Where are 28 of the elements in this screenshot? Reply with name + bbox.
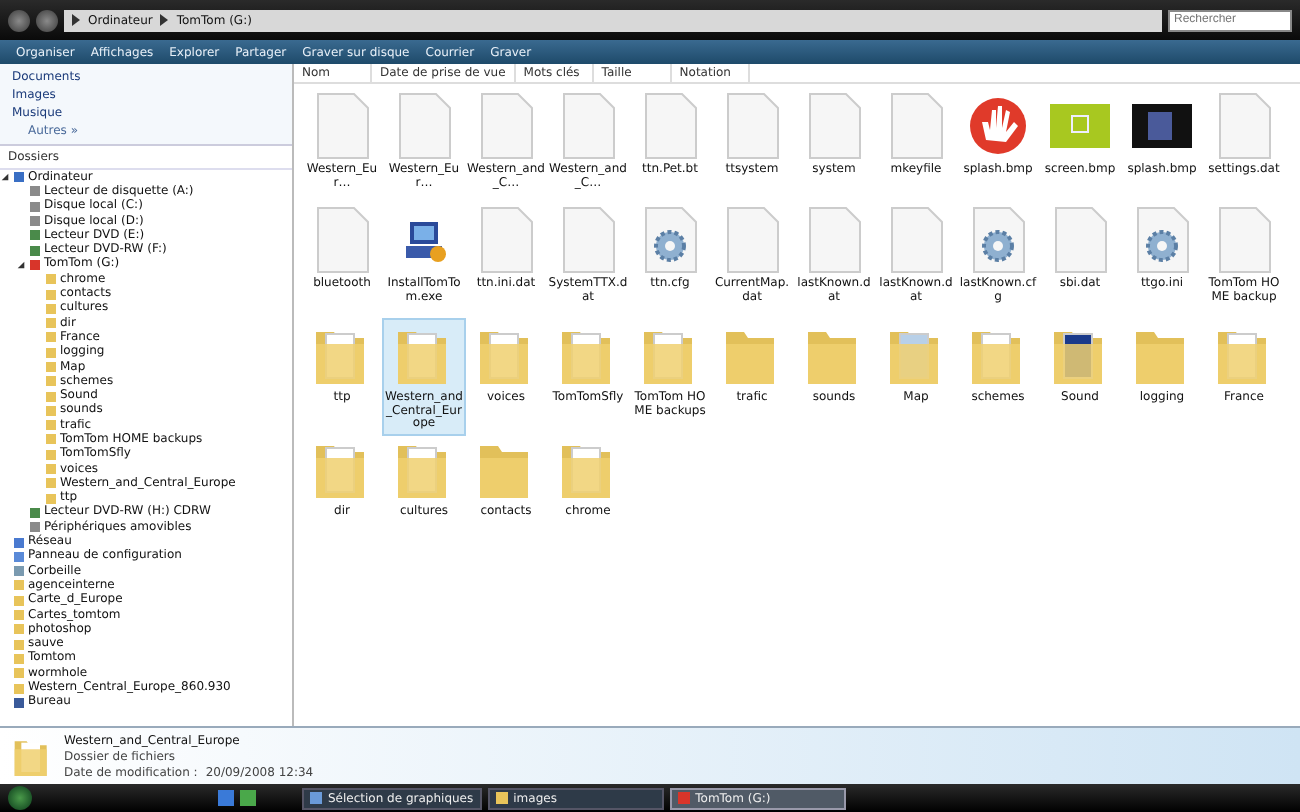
chevron-icon [160,14,169,26]
start-button[interactable] [8,786,32,810]
document-icon [558,92,618,160]
document-icon [804,92,864,160]
document-icon [312,92,372,160]
expander-icon[interactable] [0,172,10,183]
document-icon [1214,92,1274,160]
document-icon [722,92,782,160]
back-button[interactable] [8,9,30,31]
expander-icon[interactable] [16,259,26,270]
document-icon [1214,206,1274,274]
gear-document-icon [1132,206,1192,274]
document-icon [558,206,618,274]
document-icon [476,206,536,274]
document-icon [804,206,864,274]
document-icon [1050,206,1110,274]
gear-document-icon [640,206,700,274]
gear-document-icon [968,206,1028,274]
document-icon [312,206,372,274]
document-icon [722,206,782,274]
document-icon [886,92,946,160]
hand-logo-icon [968,92,1028,160]
document-icon [640,92,700,160]
document-icon [476,92,536,160]
document-icon [394,92,454,160]
forward-button[interactable] [36,9,58,31]
chevron-icon [72,14,80,26]
document-icon [886,206,946,274]
